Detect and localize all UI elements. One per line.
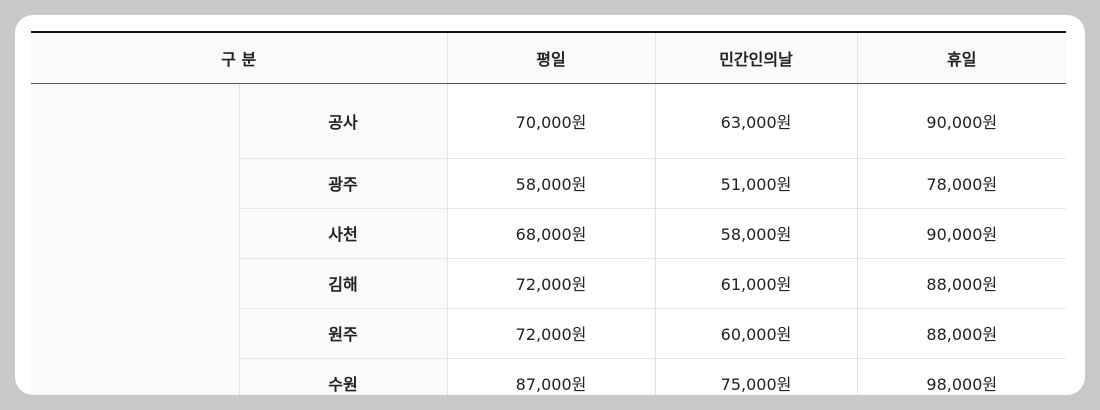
region-cell: 광주 bbox=[238, 158, 448, 209]
civil-defense-day-price: 60,000원 bbox=[654, 308, 858, 359]
table-body: 공사 70,000원 63,000원 90,000원 광주 58,000원 51… bbox=[31, 83, 1067, 395]
holiday-price: 88,000원 bbox=[856, 258, 1067, 309]
civil-defense-day-price: 75,000원 bbox=[654, 358, 858, 395]
table-row: 공사 70,000원 63,000원 90,000원 bbox=[31, 83, 1067, 395]
region-cell: 공사 bbox=[238, 83, 448, 159]
content-card: 구 분 평일 민간인의날 휴일 공사 70,000원 63,000원 90,00… bbox=[15, 15, 1085, 395]
weekday-price: 70,000원 bbox=[446, 83, 656, 159]
weekday-price: 72,000원 bbox=[446, 258, 656, 309]
weekday-price: 72,000원 bbox=[446, 308, 656, 359]
price-table: 구 분 평일 민간인의날 휴일 공사 70,000원 63,000원 90,00… bbox=[31, 31, 1067, 395]
civil-defense-day-price: 58,000원 bbox=[654, 208, 858, 259]
header-weekday: 평일 bbox=[446, 31, 656, 84]
region-cell: 원주 bbox=[238, 308, 448, 359]
holiday-price: 90,000원 bbox=[856, 83, 1067, 159]
civil-defense-day-price: 51,000원 bbox=[654, 158, 858, 209]
weekday-price: 87,000원 bbox=[446, 358, 656, 395]
weekday-price: 68,000원 bbox=[446, 208, 656, 259]
holiday-price: 98,000원 bbox=[856, 358, 1067, 395]
holiday-price: 78,000원 bbox=[856, 158, 1067, 209]
civil-defense-day-price: 63,000원 bbox=[654, 83, 858, 159]
weekday-price: 58,000원 bbox=[446, 158, 656, 209]
table-header: 구 분 평일 민간인의날 휴일 bbox=[31, 31, 1067, 84]
header-holiday: 휴일 bbox=[856, 31, 1067, 84]
header-category: 구 분 bbox=[31, 31, 448, 84]
region-cell: 수원 bbox=[238, 358, 448, 395]
group-cell bbox=[31, 83, 239, 395]
holiday-price: 88,000원 bbox=[856, 308, 1067, 359]
civil-defense-day-price: 61,000원 bbox=[654, 258, 858, 309]
header-civil-defense-day: 민간인의날 bbox=[654, 31, 858, 84]
header-row: 구 분 평일 민간인의날 휴일 bbox=[31, 31, 1067, 84]
region-cell: 김해 bbox=[238, 258, 448, 309]
region-cell: 사천 bbox=[238, 208, 448, 259]
holiday-price: 90,000원 bbox=[856, 208, 1067, 259]
